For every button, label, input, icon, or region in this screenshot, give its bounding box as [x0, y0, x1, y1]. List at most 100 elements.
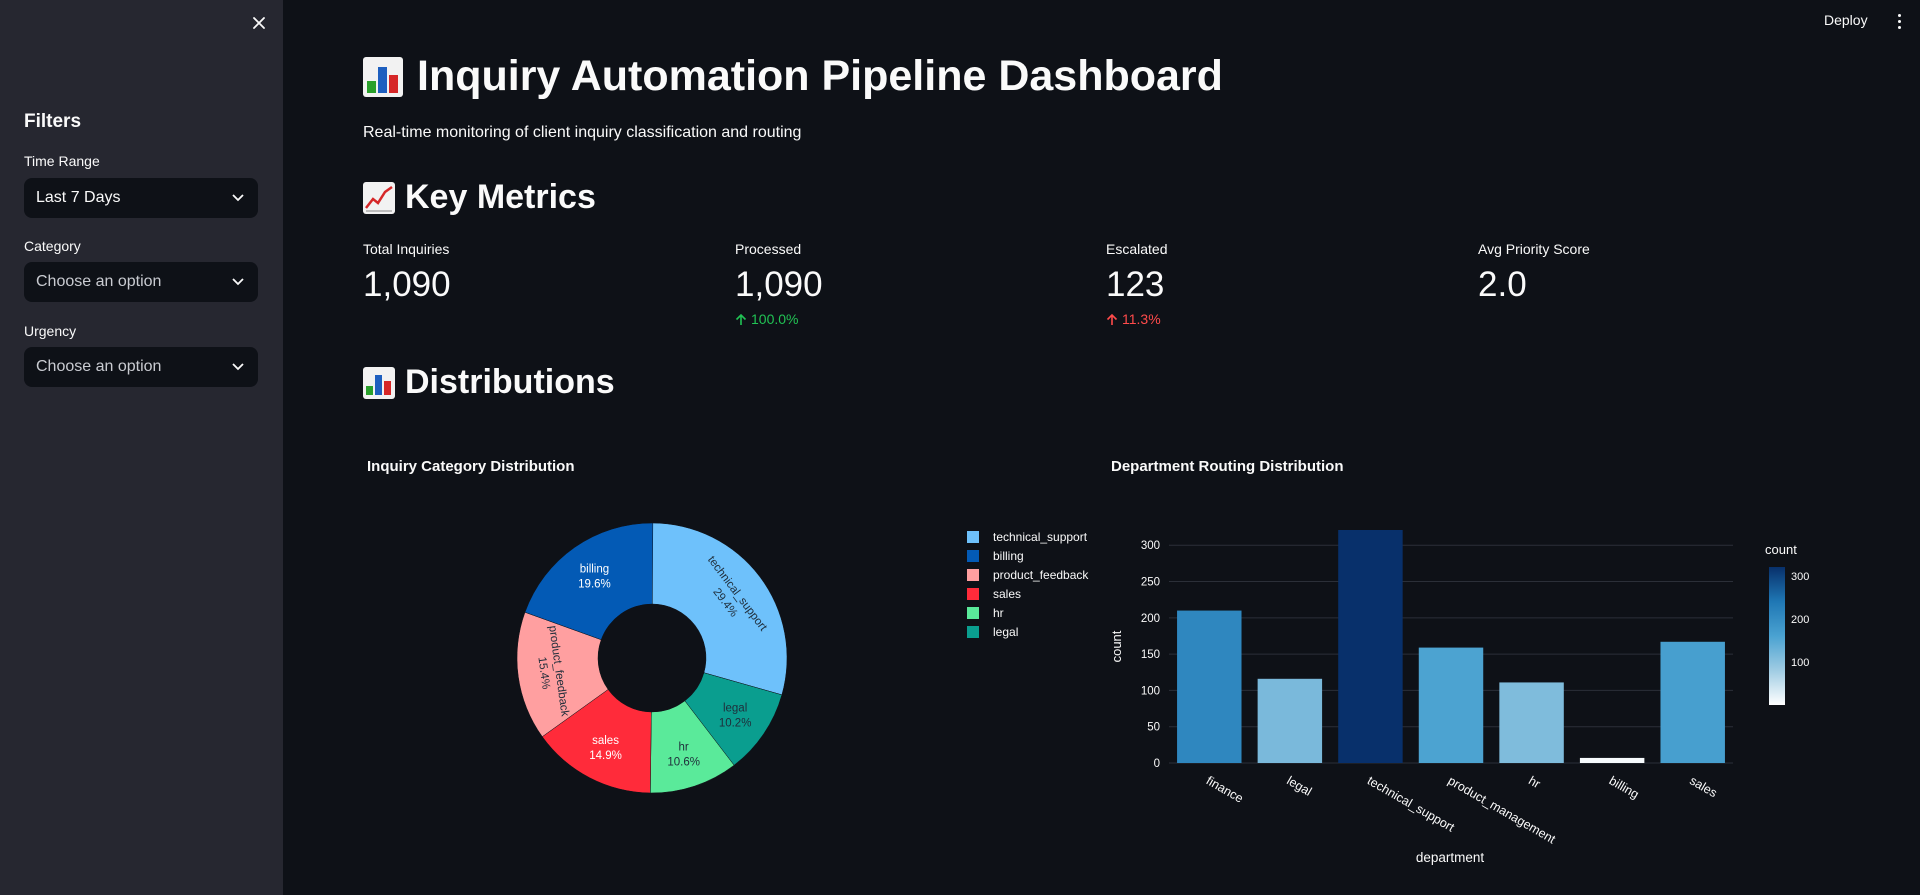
- colorbar-tick-label: 300: [1791, 571, 1809, 583]
- bar: [1499, 682, 1564, 763]
- page-subtitle: Real-time monitoring of client inquiry c…: [363, 124, 802, 141]
- bar: [1257, 678, 1323, 763]
- time-range-select[interactable]: Last 7 Days: [24, 178, 258, 218]
- colorbar-title: count: [1765, 542, 1797, 557]
- page-title: Inquiry Automation Pipeline Dashboard: [363, 52, 1223, 101]
- x-tick-label: finance: [1204, 773, 1246, 805]
- metric-delta: 100.0%: [735, 311, 823, 327]
- pie-slice-label: product_feedback15.4%: [531, 625, 570, 720]
- colorbar-tick-label: 200: [1791, 614, 1809, 626]
- y-tick-label: 150: [1141, 649, 1160, 661]
- y-tick-label: 50: [1147, 722, 1160, 734]
- x-tick-label: billing: [1607, 773, 1642, 801]
- kebab-dot: [1897, 13, 1901, 17]
- department-bar-chart: 0 50 100 150 200 250 300 count finance legal techn…: [1109, 530, 1809, 865]
- legend-swatch: [967, 607, 979, 619]
- metric-delta-value: 100.0%: [751, 311, 799, 327]
- pie-slice: [516, 611, 609, 738]
- pie-slice: [650, 700, 735, 794]
- arrow-up-icon: [735, 313, 747, 325]
- pie-slice-percent: 14.9%: [589, 750, 622, 762]
- y-tick-label: 0: [1154, 758, 1160, 770]
- pie-slice: [541, 689, 652, 794]
- metric-label: Escalated: [1106, 241, 1168, 257]
- pie-slice-name: hr: [679, 741, 689, 753]
- time-range-label: Time Range: [24, 153, 100, 169]
- urgency-placeholder: Choose an option: [36, 358, 162, 375]
- kebab-dot: [1897, 19, 1901, 23]
- legend-label: sales: [993, 587, 1021, 601]
- pie-slice-name: product_feedback: [546, 625, 571, 717]
- bar: [1660, 641, 1725, 763]
- category-select[interactable]: Choose an option: [24, 262, 258, 302]
- app-root: Filters Time Range Last 7 Days Category …: [0, 0, 1920, 895]
- main-menu-button[interactable]: [1889, 10, 1909, 32]
- sidebar: Filters Time Range Last 7 Days Category …: [0, 0, 283, 895]
- pie-slice-percent: 29.4%: [710, 586, 739, 619]
- y-axis-label: count: [1109, 630, 1124, 662]
- distributions-heading: Distributions: [363, 363, 615, 402]
- x-tick-label: sales: [1687, 773, 1719, 800]
- pie-slice: [524, 522, 654, 641]
- bar: [1177, 610, 1242, 763]
- bar: [1418, 647, 1484, 763]
- urgency-select[interactable]: Choose an option: [24, 347, 258, 387]
- legend-swatch: [967, 626, 979, 638]
- y-tick-label: 100: [1141, 685, 1160, 697]
- x-tick-label: technical_support: [1365, 773, 1457, 834]
- time-range-value: Last 7 Days: [36, 189, 121, 206]
- legend-label: legal: [993, 625, 1018, 639]
- category-label: Category: [24, 238, 81, 254]
- pie-slice-name: technical_support: [705, 554, 769, 634]
- key-metrics-heading: Key Metrics: [363, 178, 596, 217]
- bar-chart-icon: [363, 366, 395, 399]
- key-metrics-heading-text: Key Metrics: [405, 178, 596, 216]
- pie-slice-percent: 10.6%: [667, 756, 700, 768]
- colorbar: [1769, 567, 1785, 705]
- metric-delta: 11.3%: [1106, 311, 1167, 327]
- deploy-button[interactable]: Deploy: [1820, 10, 1872, 30]
- pie-slice-label: sales 14.9%: [589, 735, 622, 762]
- metric-total-inquiries: Total Inquiries 1,090: [363, 241, 451, 305]
- chart-increasing-icon: [363, 181, 395, 214]
- pie-slice-name: sales: [592, 735, 619, 747]
- pie-slice-percent: 10.2%: [719, 717, 752, 729]
- pie-slice: [684, 672, 783, 766]
- x-tick-label: hr: [1526, 773, 1543, 791]
- legend-swatch: [967, 569, 979, 581]
- close-sidebar-button[interactable]: [248, 12, 270, 34]
- metric-value: 123: [1106, 265, 1165, 304]
- legend-swatch: [967, 588, 979, 600]
- bar-chart-icon: [363, 56, 403, 97]
- legend-label: hr: [993, 606, 1004, 620]
- x-tick-label: product_management: [1446, 773, 1559, 846]
- chevron-down-icon: [230, 359, 246, 375]
- legend-label: billing: [993, 549, 1024, 563]
- sidebar-title: Filters: [24, 111, 82, 132]
- metric-label: Total Inquiries: [363, 241, 450, 257]
- pie-slice-percent: 19.6%: [578, 579, 611, 591]
- legend-swatch: [967, 550, 979, 562]
- pie-slice-label: technical_support29.4%: [693, 554, 769, 643]
- metric-delta-value: 11.3%: [1122, 311, 1161, 327]
- pie-slice: [651, 522, 788, 696]
- chevron-down-icon: [230, 274, 246, 290]
- pie-slice-name: billing: [580, 564, 609, 576]
- legend-swatch: [967, 531, 979, 543]
- category-placeholder: Choose an option: [36, 273, 162, 290]
- distributions-heading-text: Distributions: [405, 363, 615, 401]
- metric-label: Processed: [735, 241, 802, 257]
- metric-value: 2.0: [1478, 265, 1527, 304]
- bar-chart-title: Department Routing Distribution: [1111, 458, 1344, 475]
- metric-label: Avg Priority Score: [1478, 241, 1590, 257]
- y-tick-label: 300: [1141, 540, 1160, 552]
- metric-value: 1,090: [363, 265, 451, 304]
- page-title-text: Inquiry Automation Pipeline Dashboard: [417, 52, 1223, 100]
- metric-avg-priority: Avg Priority Score 2.0: [1478, 241, 1590, 305]
- arrow-up-icon: [1106, 313, 1118, 325]
- urgency-label: Urgency: [24, 323, 77, 339]
- pie-slice-label: hr 10.6%: [667, 741, 700, 768]
- metric-processed: Processed 1,090 100.0%: [735, 241, 823, 327]
- pie-slice-label: billing 19.6%: [578, 564, 611, 591]
- pie-slice-label: legal 10.2%: [719, 702, 752, 729]
